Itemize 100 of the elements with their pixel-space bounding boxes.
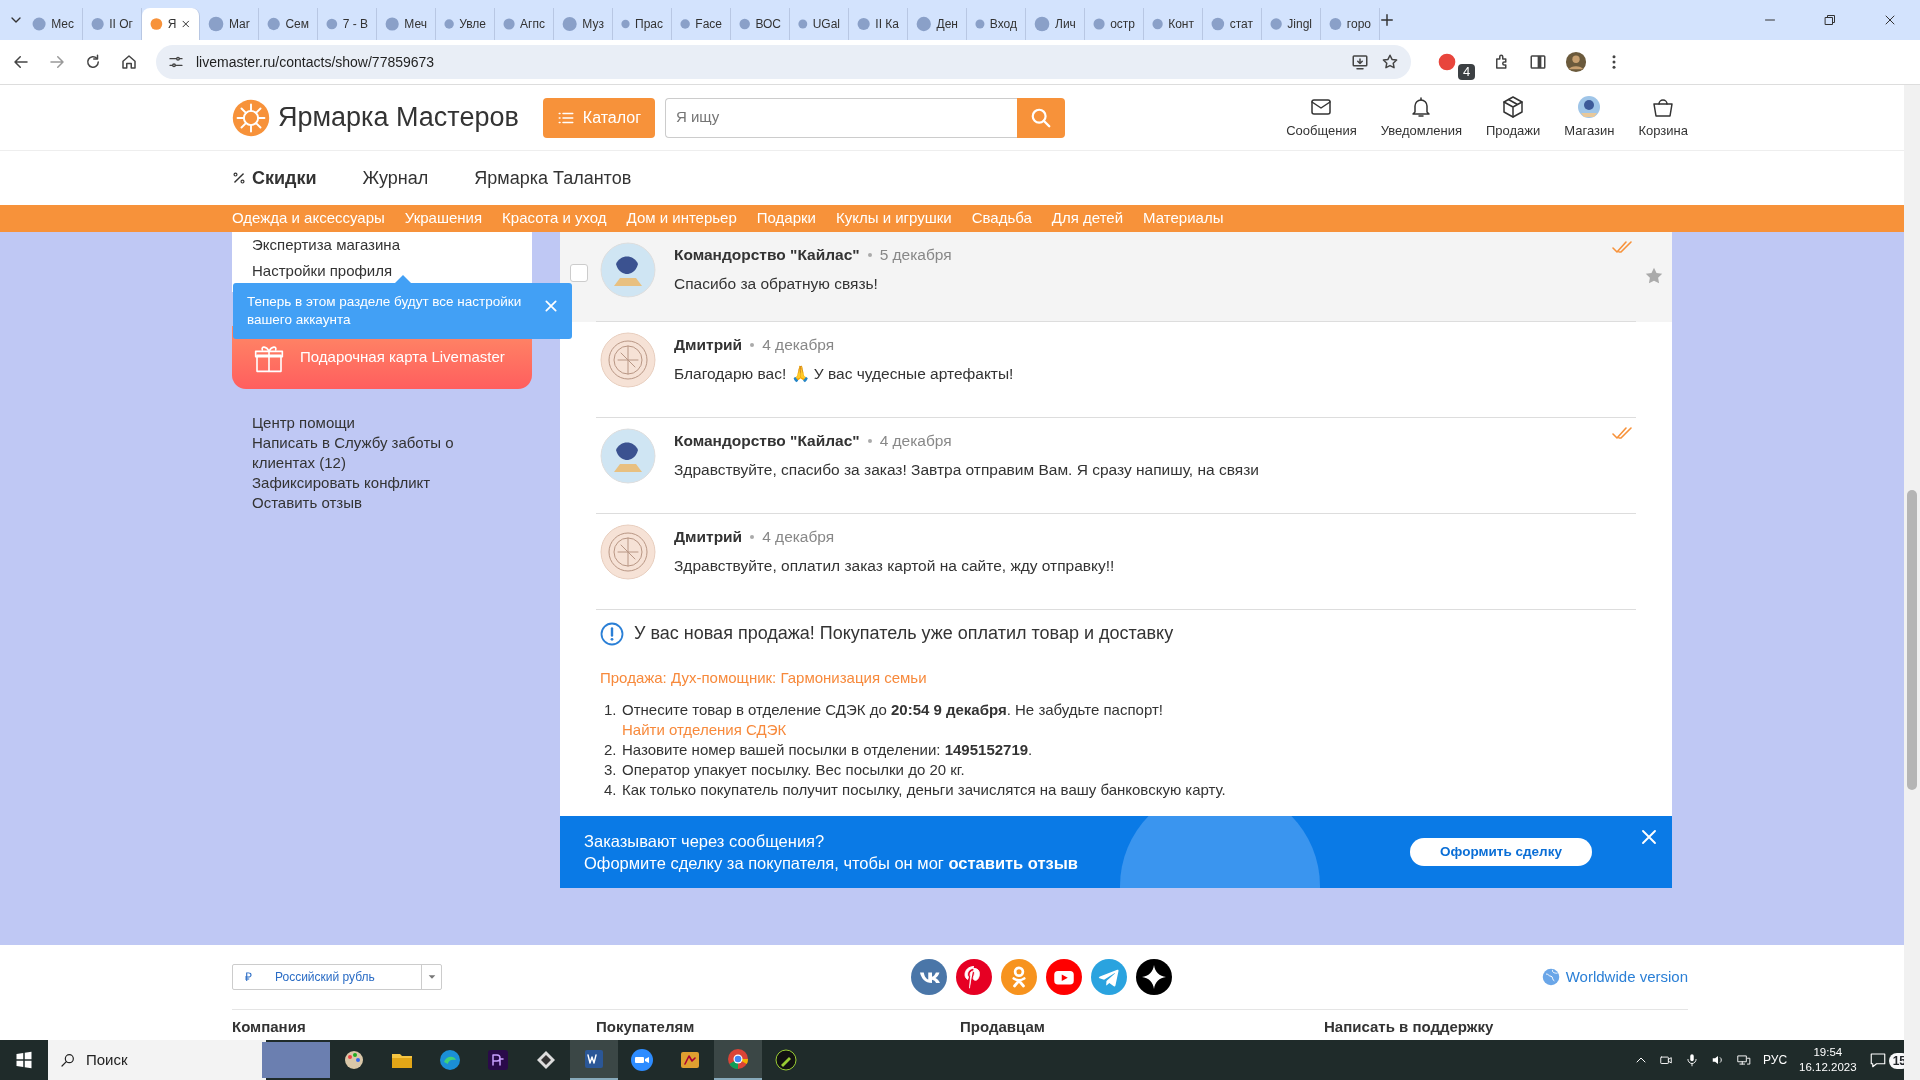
worldwide-link[interactable]: Worldwide version <box>1541 965 1688 989</box>
nav-link[interactable]: Журнал <box>362 164 429 192</box>
document-app-icon[interactable] <box>582 1047 606 1071</box>
taskbar-search-field[interactable]: Поиск <box>48 1040 266 1080</box>
pr-app-icon[interactable] <box>486 1048 510 1072</box>
step-number: 4. <box>604 780 618 800</box>
language-indicator[interactable]: РУС <box>1763 1051 1788 1069</box>
pen-app-icon[interactable] <box>774 1048 798 1072</box>
author-name[interactable]: Дмитрий <box>674 333 743 357</box>
bookmark-star-icon[interactable] <box>1381 53 1399 71</box>
nav-link[interactable]: Скидки <box>232 164 317 192</box>
windows-logo-icon <box>15 1051 33 1069</box>
header-link[interactable]: Уведомления <box>1380 94 1462 141</box>
sidebar-menu-item[interactable]: Настройки профиля <box>252 258 512 284</box>
install-icon[interactable] <box>1351 53 1369 71</box>
notification-icon[interactable] <box>1868 1051 1887 1069</box>
new-tab-icon[interactable] <box>1380 13 1394 27</box>
scrollbar-thumb[interactable] <box>1907 490 1917 790</box>
star-icon[interactable] <box>1644 266 1664 286</box>
forward-icon[interactable] <box>48 53 66 71</box>
youtube-icon[interactable] <box>1046 959 1083 995</box>
nav-link[interactable]: Ярмарка Талантов <box>474 164 632 192</box>
favicon-icon <box>444 16 455 32</box>
favicon-icon <box>916 16 932 32</box>
currency-select[interactable]: ₽ Российский рубль <box>232 964 442 990</box>
scrollbar[interactable] <box>1904 85 1920 1080</box>
info-icon <box>600 621 624 646</box>
header-link[interactable]: Магазин <box>1564 94 1615 141</box>
checkbox[interactable] <box>570 264 588 282</box>
help-link[interactable]: Написать в Службу заботы о клиентах (12) <box>252 433 512 473</box>
address-bar[interactable]: livemaster.ru/contacts/show/77859673 <box>156 45 1411 79</box>
reload-icon[interactable] <box>84 53 102 71</box>
author-name[interactable]: Командорство "Кайлас" <box>674 429 860 453</box>
author-name[interactable]: Командорство "Кайлас" <box>674 243 860 267</box>
footer-column-heading: Компания <box>232 1017 307 1037</box>
instruction-step: Отнесите товар в отделение СДЭК до 20:54 9 декабря. Не забудьте паспорт! <box>622 701 1163 718</box>
camera-icon[interactable] <box>1659 1053 1674 1067</box>
author-name[interactable]: Дмитрий <box>674 525 743 549</box>
palette-icon[interactable] <box>342 1048 366 1072</box>
instruction-step: Как только покупатель получит посылку, деньги зачислятся на вашу банковскую карту. <box>622 781 1226 798</box>
search-field[interactable]: Я ищу <box>665 97 1017 138</box>
banner-title: Заказывают через сообщения? <box>584 831 826 852</box>
avatar <box>600 242 656 298</box>
favicon-icon <box>326 16 338 32</box>
help-link[interactable]: Зафиксировать конфликт <box>252 473 512 493</box>
search-icon <box>1030 107 1052 130</box>
message-row[interactable]: Дмитрий 4 декабря Здравствуйте, оплатил заказ картой на сайте, жду отправку!! <box>560 514 1672 610</box>
url-text: livemaster.ru/contacts/show/77859673 <box>196 52 436 72</box>
pinterest-icon[interactable] <box>956 959 993 995</box>
profile-avatar-icon[interactable] <box>1565 51 1588 73</box>
telegram-icon[interactable] <box>1091 959 1128 995</box>
header-link[interactable]: Сообщения <box>1286 94 1357 141</box>
favicon-icon <box>739 16 751 32</box>
microphone-icon[interactable] <box>1685 1053 1700 1067</box>
extension-badge: 4 <box>1458 64 1476 80</box>
site-settings-icon[interactable] <box>168 54 184 70</box>
tooltip-text: Теперь в этом разделе будут все настройки вашего аккаунта <box>247 293 523 329</box>
favicon-icon <box>1211 16 1225 32</box>
favicon-icon <box>32 16 47 32</box>
help-link[interactable]: Оставить отзыв <box>252 493 512 513</box>
favicon-icon <box>680 16 691 32</box>
notice-title: У вас новая продажа! Покупатель уже оплатил товар и доставку <box>634 622 1174 645</box>
message-row[interactable]: Командорство "Кайлас" 4 декабря Здравствуйте, спасибо за заказ! Завтра отправим Вам. Я сразу напишу, на связи <box>560 418 1672 514</box>
dot-separator-icon <box>867 252 872 257</box>
network-icon[interactable] <box>1737 1053 1752 1067</box>
favicon-icon <box>1034 16 1050 32</box>
message-row[interactable]: Командорство "Кайлас" 5 декабря Спасибо за обратную связь! <box>560 232 1672 322</box>
message-row[interactable]: Дмитрий 4 декабря Благодарю вас! 🙏 У вас чудесные артефакты! <box>560 322 1672 418</box>
close-icon[interactable] <box>181 18 191 30</box>
browser-tab[interactable]: Я <box>142 8 200 40</box>
favicon-icon <box>267 16 281 32</box>
favicon-icon <box>385 16 400 32</box>
step-number: 1. <box>604 700 618 720</box>
extension-icon[interactable] <box>1437 52 1457 72</box>
favicon-icon <box>857 16 871 32</box>
globe-icon <box>1541 968 1560 986</box>
back-icon[interactable] <box>12 53 30 71</box>
chrome-icon[interactable] <box>726 1047 750 1071</box>
message-date: 4 декабря <box>762 527 835 547</box>
sidebar-menu-item[interactable]: Экспертиза магазина <box>252 232 512 258</box>
favicon-icon <box>503 16 516 32</box>
side-panel-icon[interactable] <box>1529 53 1548 71</box>
step-number: 2. <box>604 740 618 760</box>
clock[interactable]: 19:54 16.12.2023 <box>1799 1045 1857 1075</box>
instruction-step: Назовите номер вашей посылки в отделении: 1495152719. <box>622 741 1033 758</box>
search-highlight-picture <box>262 1042 330 1078</box>
video-call-app-icon[interactable] <box>630 1048 654 1072</box>
vk-icon[interactable] <box>911 959 948 995</box>
footer-column-heading: Покупателям <box>596 1017 696 1037</box>
percent-icon <box>232 171 246 185</box>
help-link[interactable]: Центр помощи <box>252 413 512 433</box>
create-deal-button[interactable]: Оформить сделку <box>1410 838 1592 866</box>
box-icon <box>1501 94 1526 119</box>
logo-text[interactable]: Ярмарка Мастеров <box>278 97 519 138</box>
header-link[interactable]: Корзина <box>1638 94 1688 141</box>
close-icon[interactable] <box>1884 14 1896 26</box>
browser-wave-icon[interactable] <box>438 1048 462 1072</box>
restore-icon[interactable] <box>1824 14 1836 26</box>
header-link[interactable]: Продажи <box>1486 94 1541 141</box>
home-icon[interactable] <box>120 53 138 71</box>
